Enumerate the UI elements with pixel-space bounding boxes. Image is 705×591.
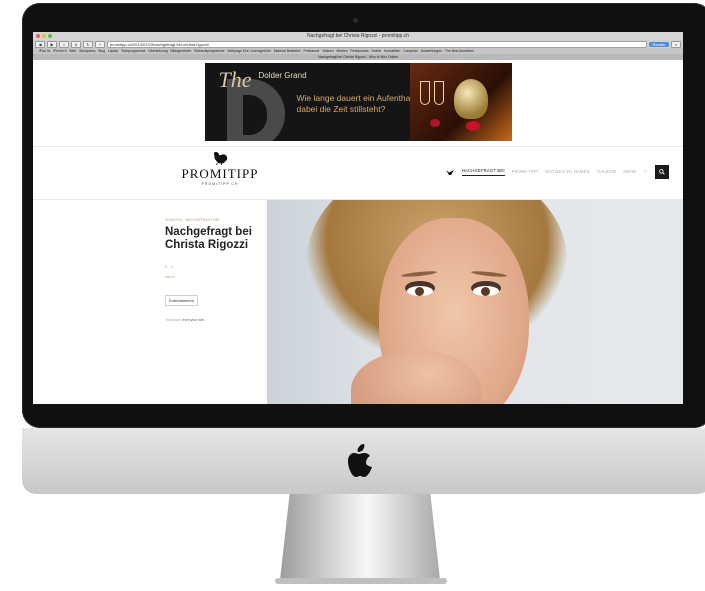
rooster-icon: [213, 152, 228, 165]
add-tab-icon[interactable]: +: [95, 40, 105, 48]
ad-banner-row: The Dolder Grand Wie lange dauert ein Au…: [33, 60, 683, 144]
bookmark-item[interactable]: Web: [69, 49, 76, 53]
glass-icon: [419, 81, 430, 105]
apple-logo-icon: [348, 444, 372, 477]
hero-portrait-image: [267, 200, 683, 404]
bookmark-item[interactable]: Blog: [98, 49, 105, 53]
bookmark-item[interactable]: iPad 4s: [39, 49, 50, 53]
bookmark-item[interactable]: Medien: [336, 49, 347, 53]
site-logo[interactable]: PROMITIPP PROMITIPP.CH: [170, 151, 270, 186]
post-sidebar: 31/05/2014 · NACHGEFRAGT BEI Nachgefragt…: [33, 200, 267, 404]
ad-banner[interactable]: The Dolder Grand Wie lange dauert ein Au…: [204, 63, 512, 141]
ad-the-text: The: [218, 67, 252, 92]
trackback-link[interactable]: Trackback: [165, 318, 181, 322]
glass-icon: [433, 81, 444, 105]
post-author[interactable]: brecht: [165, 275, 175, 279]
nav-item-nachgefragt-bei[interactable]: NACHGEFRAGT BEI: [461, 168, 505, 176]
ad-photo: [409, 63, 512, 141]
bookmark-item[interactable]: Laptop: [108, 49, 118, 53]
bookmark-item[interactable]: Übersetzung: [148, 49, 167, 53]
bookmark-item[interactable]: Webpage Einr. Lizenzgebühr: [227, 49, 270, 53]
bookmark-item[interactable]: iPhone 6: [53, 49, 66, 53]
trackback-text: Trackback from your site.: [165, 318, 205, 322]
bookmark-item[interactable]: Freelancer: [303, 49, 319, 53]
nav-item-promi-tipp[interactable]: PROMI-TIPP: [512, 169, 538, 176]
bookmark-item[interactable]: Immobilien: [384, 49, 400, 53]
portrait-brow-left: [400, 270, 438, 278]
post-meta[interactable]: 31/05/2014 · NACHGEFRAGT BEI: [165, 218, 219, 222]
bookmark-item[interactable]: Hotels: [372, 49, 382, 53]
browser-toolbar: ◀ ▶ ⌂ A ↻ + promitipp.ch/2014/07/03/nach…: [33, 40, 683, 48]
window-titlebar: Nachgefragt bei Christa Rigozzi - promit…: [33, 32, 683, 40]
post-title: Nachgefragt bei Christa Rigozzi: [165, 226, 252, 251]
search-icon: [659, 169, 665, 175]
home-icon[interactable]: ⌂: [59, 40, 69, 48]
forward-button[interactable]: ▶: [47, 40, 57, 48]
bookmark-item[interactable]: Computer: [403, 49, 418, 53]
window-title: Nachgefragt bei Christa Rigozzi - promit…: [307, 33, 409, 39]
back-button[interactable]: ◀: [35, 40, 45, 48]
nav-item-notizen-zu-namen[interactable]: NOTIZEN ZU NAMEN: [545, 169, 590, 176]
reader-button[interactable]: Reader: [649, 41, 669, 47]
ad-brand: Dolder Grand: [258, 71, 307, 80]
heart-icon[interactable]: ♡: [644, 169, 648, 175]
bookmark-item[interactable]: Wordpress: [79, 49, 95, 53]
ad-dark-panel: The Dolder Grand Wie lange dauert ein Au…: [204, 63, 410, 141]
search-icon[interactable]: ⌕: [671, 40, 681, 48]
bookmark-item[interactable]: The Best Ausleihen: [445, 49, 474, 53]
imac-stand: [280, 494, 440, 580]
ad-copy: Wie lange dauert ein Aufenthalt, wenn da…: [296, 93, 410, 114]
screen: Nachgefragt bei Christa Rigozzi - promit…: [33, 32, 683, 404]
camera-dot: [353, 18, 358, 23]
tag-entertainment[interactable]: Entertainment: [165, 295, 198, 306]
search-button[interactable]: [655, 165, 669, 179]
rose-image: [465, 121, 480, 131]
address-bar[interactable]: promitipp.ch/2014/07/03/nachgefragt-bei-…: [107, 40, 647, 48]
site-header: PROMITIPP PROMITIPP.CH NACHGEFRAGT BEI P…: [33, 146, 683, 200]
portrait-eye-left: [407, 286, 433, 296]
text-size-icon[interactable]: A: [71, 40, 81, 48]
rooster-icon: [445, 169, 454, 175]
nav-item-mehr[interactable]: MEHR: [623, 169, 636, 176]
post-counts[interactable]: 0 · 1: [165, 264, 173, 269]
imac-stand-foot: [275, 578, 447, 584]
trackback-rest: from your site.: [181, 318, 206, 322]
bookmark-item[interactable]: Bildagenturen: [170, 49, 191, 53]
reload-icon[interactable]: ↻: [83, 40, 93, 48]
bookmark-item[interactable]: Einkaufsprogramme: [194, 49, 224, 53]
logo-text: PROMITIPP: [181, 166, 259, 181]
portrait-eye-right: [473, 286, 499, 296]
bookmark-item[interactable]: Material Bestellen: [274, 49, 301, 53]
portrait-brow-right: [470, 270, 508, 278]
logo-subtitle: PROMITIPP.CH: [201, 182, 239, 186]
bookmark-item[interactable]: Restaurants: [350, 49, 368, 53]
strawberry-image: [429, 119, 440, 127]
post-content: 31/05/2014 · NACHGEFRAGT BEI Nachgefragt…: [33, 200, 683, 404]
main-nav: NACHGEFRAGT BEI PROMI-TIPP NOTIZEN ZU NA…: [445, 165, 669, 179]
nav-item-galerie[interactable]: GALERIE: [597, 169, 617, 176]
bookmark-item[interactable]: Wissen: [323, 49, 334, 53]
bookmark-item[interactable]: Techprogramme: [121, 49, 146, 53]
bookmark-item[interactable]: Ausstellungen: [421, 49, 442, 53]
kettle-image: [453, 79, 488, 119]
